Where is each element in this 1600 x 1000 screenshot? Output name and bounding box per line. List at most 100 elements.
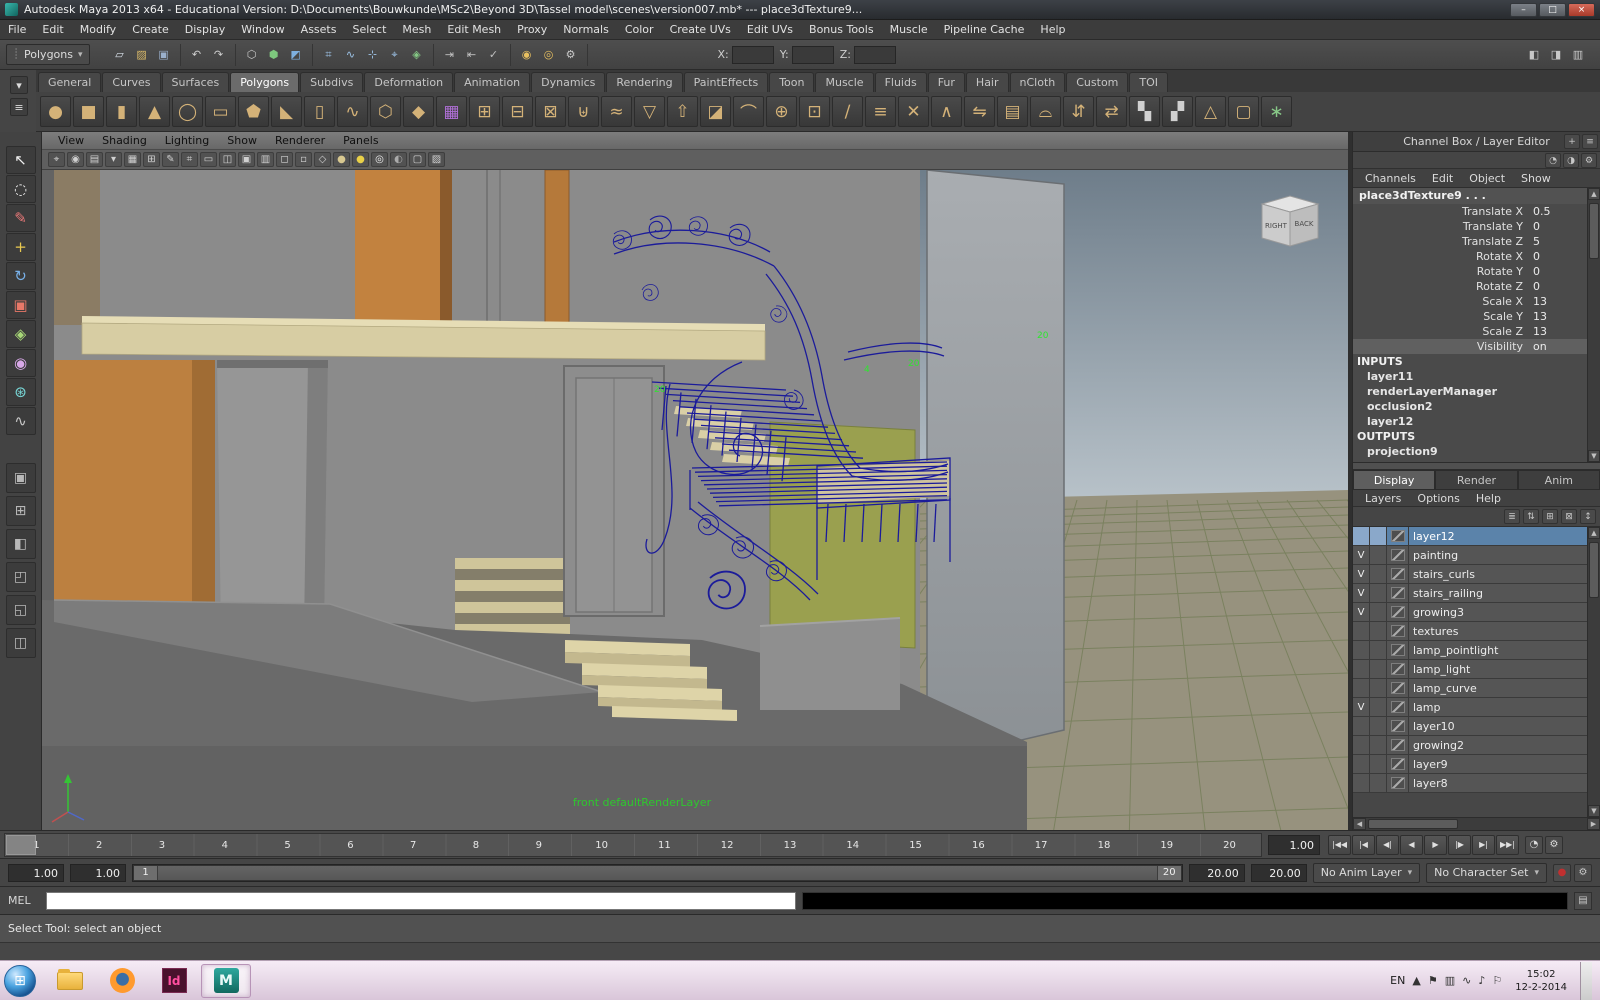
playback-range-bar[interactable]: 1 20	[132, 863, 1183, 882]
scene-canvas[interactable]: RIGHT BACK front defaultRenderLayer 20 20…	[42, 170, 1348, 830]
layer-row-stairs-curls[interactable]: Vstairs_curls	[1353, 565, 1587, 584]
lamp-pointlight-display-toggle[interactable]	[1370, 641, 1387, 659]
frame-tick-18[interactable]: 18	[1073, 834, 1136, 856]
show-manipulator-tool-icon[interactable]: ⊛	[5, 378, 36, 406]
frame-tick-17[interactable]: 17	[1010, 834, 1073, 856]
layer-row-layer10[interactable]: layer10	[1353, 717, 1587, 736]
safe-action-icon[interactable]: ◻	[276, 152, 293, 167]
checker-texture-icon[interactable]: ▚	[1129, 96, 1160, 127]
range-bar[interactable]: 1 20	[134, 865, 1181, 880]
grease-pencil-icon[interactable]: ✎	[162, 152, 179, 167]
menu-modify[interactable]: Modify	[72, 20, 124, 39]
volume-icon[interactable]: ♪	[1478, 974, 1485, 987]
layer-list-scrollbar[interactable]: ▲ ▼	[1587, 527, 1600, 817]
separate-icon[interactable]: ⊟	[502, 96, 533, 127]
move-layer-icon[interactable]: ↕	[1580, 509, 1596, 524]
append-polygon-icon[interactable]: ⊡	[799, 96, 830, 127]
uv-texture-editor-icon[interactable]: ▦	[436, 96, 467, 127]
layer8-display-toggle[interactable]	[1370, 774, 1387, 792]
menu-normals[interactable]: Normals	[555, 20, 617, 39]
layer12-color-swatch[interactable]	[1387, 527, 1409, 545]
poly-pipe-icon[interactable]: ▯	[304, 96, 335, 127]
time-ruler[interactable]: 1 2 3 4 5 6 7 8 9 10 11 12 13 14 15 16 17 18 19 20	[4, 832, 1262, 857]
reverse-normals-icon[interactable]: ⇵	[1063, 96, 1094, 127]
add-layer-from-selected-icon[interactable]: ⊠	[1561, 509, 1577, 524]
layer8-visibility-toggle[interactable]	[1353, 774, 1370, 792]
lasso-tool-icon[interactable]: ◌	[5, 175, 36, 203]
channel-value-translate-z[interactable]: 5	[1529, 234, 1587, 249]
channel-box-menu-edit[interactable]: Edit	[1424, 170, 1461, 187]
action-center-icon[interactable]: ⚐	[1492, 974, 1502, 987]
safe-title-icon[interactable]: ▫	[295, 152, 312, 167]
frame-tick-13[interactable]: 13	[759, 834, 822, 856]
poly-soccer-ball-icon[interactable]: ⬡	[370, 96, 401, 127]
input-node-layer12[interactable]: layer12	[1353, 414, 1587, 429]
menu-pipeline-cache[interactable]: Pipeline Cache	[936, 20, 1033, 39]
combine-icon[interactable]: ⊞	[469, 96, 500, 127]
scroll-up-icon[interactable]: ▲	[1588, 527, 1600, 539]
poly-cylinder-icon[interactable]: ▮	[106, 96, 137, 127]
construction-history-icon[interactable]: ✓	[483, 44, 505, 66]
shelf-tab-toon[interactable]: Toon	[769, 72, 815, 92]
layer9-color-swatch[interactable]	[1387, 755, 1409, 773]
snap-point-icon[interactable]: ⊹	[362, 44, 384, 66]
shelf-tab-curves[interactable]: Curves	[102, 72, 161, 92]
reduce-icon[interactable]: ▽	[634, 96, 665, 127]
panel-splitter[interactable]	[1353, 462, 1600, 470]
shelf-tab-painteffects[interactable]: PaintEffects	[683, 72, 769, 92]
indesign-taskbar-button[interactable]: Id	[149, 964, 199, 998]
textures-color-swatch[interactable]	[1387, 622, 1409, 640]
transfer-attributes-icon[interactable]: ⇄	[1096, 96, 1127, 127]
shelf-tab-animation[interactable]: Animation	[454, 72, 531, 92]
pin-panel-icon[interactable]: +	[1564, 134, 1580, 149]
universal-manipulator-icon[interactable]: ◈	[5, 320, 36, 348]
gate-mask-icon[interactable]: ▣	[238, 152, 255, 167]
script-editor-icon[interactable]: ▤	[1574, 891, 1592, 910]
pan-zoom-icon[interactable]: ⊞	[143, 152, 160, 167]
hidden-icons-expander[interactable]: ▲	[1412, 974, 1420, 987]
custom-layout-icon[interactable]: ◫	[5, 628, 36, 658]
layer-editor-tab-anim[interactable]: Anim	[1517, 470, 1600, 490]
layer10-visibility-toggle[interactable]	[1353, 717, 1370, 735]
lamp-light-display-toggle[interactable]	[1370, 660, 1387, 678]
shaded-mode-icon[interactable]: ●	[333, 152, 350, 167]
triangulate-icon[interactable]: △	[1195, 96, 1226, 127]
image-plane-icon[interactable]: ▦	[124, 152, 141, 167]
scroll-track[interactable]	[1588, 539, 1600, 805]
snap-grid-icon[interactable]: ⌗	[318, 44, 340, 66]
frame-tick-3[interactable]: 3	[131, 834, 194, 856]
persp-outliner-layout-icon[interactable]: ◧	[5, 529, 36, 559]
layer-row-layer12[interactable]: layer12	[1353, 527, 1587, 546]
stairs-curls-visibility-toggle[interactable]: V	[1353, 565, 1370, 583]
scene-open-icon[interactable]: ▨	[131, 44, 153, 66]
maximize-button[interactable]: □	[1539, 2, 1566, 17]
layer12-visibility-toggle[interactable]	[1353, 527, 1370, 545]
layer-list-mode-icon[interactable]: ≣	[1504, 509, 1520, 524]
step-back-frame-button[interactable]: ◀|	[1376, 834, 1399, 855]
tool-settings-toggle-icon[interactable]: ◨	[1545, 44, 1567, 66]
scroll-track[interactable]	[1366, 818, 1587, 830]
select-object-icon[interactable]: ⬢	[263, 44, 285, 66]
extract-icon[interactable]: ⊠	[535, 96, 566, 127]
viewport-menu-lighting[interactable]: Lighting	[157, 133, 217, 148]
painting-color-swatch[interactable]	[1387, 546, 1409, 564]
channel-box-scrollbar[interactable]: ▲ ▼	[1587, 188, 1600, 462]
wireframe-mode-icon[interactable]: ◇	[314, 152, 331, 167]
lamp-curve-color-swatch[interactable]	[1387, 679, 1409, 697]
merge-vertices-icon[interactable]: ⊕	[766, 96, 797, 127]
paint-effects-icon[interactable]: ∗	[1261, 96, 1292, 127]
frame-tick-19[interactable]: 19	[1135, 834, 1198, 856]
persp-graph-layout-icon[interactable]: ◱	[5, 595, 36, 625]
view-cube[interactable]: RIGHT BACK	[1260, 195, 1320, 247]
split-polygon-icon[interactable]: ∕	[832, 96, 863, 127]
bookmark-icon[interactable]: ▾	[105, 152, 122, 167]
channel-value-scale-x[interactable]: 13	[1529, 294, 1587, 309]
x-coordinate-input[interactable]	[731, 45, 774, 64]
layer-row-lamp-curve[interactable]: lamp_curve	[1353, 679, 1587, 698]
poly-pyramid-icon[interactable]: ◣	[271, 96, 302, 127]
start-button[interactable]: ⊞	[4, 964, 36, 997]
painting-display-toggle[interactable]	[1370, 546, 1387, 564]
menu-create-uvs[interactable]: Create UVs	[662, 20, 739, 39]
lamp-light-visibility-toggle[interactable]	[1353, 660, 1370, 678]
menu-set-selector[interactable]: ┊ Polygons ▾	[6, 44, 90, 65]
